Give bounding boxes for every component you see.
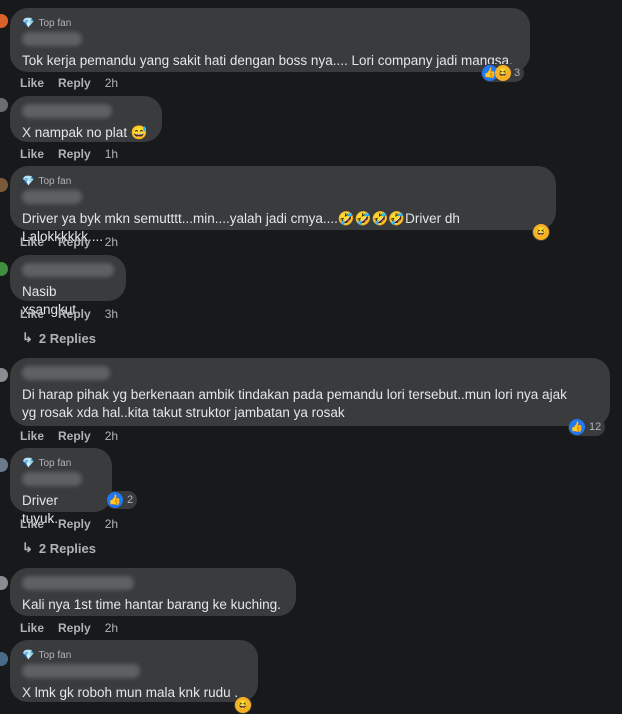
comment-bubble: 💎 Top fan X lmk gk roboh mun mala knk ru… — [10, 640, 258, 702]
comment-text: X lmk gk roboh mun mala knk rudu . — [22, 685, 239, 700]
comment-bubble: Nasib xsangkut — [10, 255, 126, 317]
comment-actions: Like Reply 2h — [20, 429, 118, 443]
reaction-summary[interactable]: 👍 😆 3 — [481, 64, 525, 82]
comment-actions: Like Reply 2h — [20, 76, 118, 90]
comment-bubble: 💎 Top fan Driver tuyuk.. — [10, 448, 112, 526]
reaction-summary[interactable]: 😆 — [532, 223, 550, 241]
timestamp[interactable]: 1h — [105, 147, 118, 161]
timestamp[interactable]: 2h — [105, 235, 118, 249]
like-link[interactable]: Like — [20, 147, 44, 161]
like-link[interactable]: Like — [20, 517, 44, 531]
top-fan-badge: 💎 Top fan — [22, 649, 72, 661]
comment-actions: Like Reply 1h — [20, 147, 118, 161]
comment-text: Tok kerja pemandu yang sakit hati dengan… — [22, 53, 513, 68]
comment-actions: Like Reply 2h — [20, 235, 118, 249]
like-reaction-icon: 👍 — [107, 492, 123, 508]
reply-link[interactable]: Reply — [58, 517, 91, 531]
commenter-name[interactable] — [22, 366, 110, 380]
commenter-name[interactable] — [22, 104, 112, 118]
view-replies-link[interactable]: ↳ 2 Replies — [22, 540, 96, 556]
avatar[interactable] — [0, 576, 8, 590]
comment-text: Kali nya 1st time hantar barang ke kuchi… — [22, 597, 281, 612]
comment-bubble: 💎 Top fan Tok kerja pemandu yang sakit h… — [10, 8, 530, 72]
comment-bubble: X nampak no plat 😅 — [10, 96, 162, 142]
comment-bubble: 💎 Top fan Driver ya byk mkn semutttt...m… — [10, 166, 556, 244]
timestamp[interactable]: 3h — [105, 307, 118, 321]
diamond-icon: 💎 — [22, 175, 35, 187]
haha-reaction-icon: 😆 — [533, 224, 549, 240]
diamond-icon: 💎 — [22, 17, 35, 29]
avatar[interactable] — [0, 178, 8, 192]
commenter-name[interactable] — [22, 664, 140, 678]
avatar[interactable] — [0, 458, 8, 472]
commenter-name[interactable] — [22, 32, 82, 46]
reaction-summary[interactable]: 👍 12 — [568, 418, 606, 436]
view-replies-link[interactable]: ↳ 2 Replies — [22, 330, 96, 346]
comment-text: Di harap pihak yg berkenaan ambik tindak… — [22, 387, 567, 402]
like-reaction-icon: 👍 — [569, 419, 585, 435]
reply-link[interactable]: Reply — [58, 76, 91, 90]
reply-link[interactable]: Reply — [58, 235, 91, 249]
reaction-summary[interactable]: 👍 2 — [106, 491, 138, 509]
top-fan-badge: 💎 Top fan — [22, 175, 72, 187]
comment-text: X nampak no plat 😅 — [22, 125, 148, 140]
commenter-name[interactable] — [22, 472, 82, 486]
diamond-icon: 💎 — [22, 649, 35, 661]
avatar[interactable] — [0, 262, 8, 276]
timestamp[interactable]: 2h — [105, 517, 118, 531]
haha-reaction-icon: 😆 — [235, 697, 251, 713]
timestamp[interactable]: 2h — [105, 429, 118, 443]
avatar[interactable] — [0, 14, 8, 28]
reply-link[interactable]: Reply — [58, 621, 91, 635]
top-fan-badge: 💎 Top fan — [22, 457, 72, 469]
reaction-summary[interactable]: 😆 — [234, 696, 252, 714]
comment-bubble: Kali nya 1st time hantar barang ke kuchi… — [10, 568, 296, 616]
like-link[interactable]: Like — [20, 235, 44, 249]
avatar[interactable] — [0, 368, 8, 382]
reply-link[interactable]: Reply — [58, 147, 91, 161]
commenter-name[interactable] — [22, 263, 114, 277]
top-fan-badge: 💎 Top fan — [22, 17, 72, 29]
timestamp[interactable]: 2h — [105, 76, 118, 90]
timestamp[interactable]: 2h — [105, 621, 118, 635]
like-link[interactable]: Like — [20, 307, 44, 321]
comment-actions: Like Reply 3h — [20, 307, 118, 321]
like-link[interactable]: Like — [20, 621, 44, 635]
reply-arrow-icon: ↳ — [22, 330, 33, 345]
diamond-icon: 💎 — [22, 457, 35, 469]
reply-link[interactable]: Reply — [58, 307, 91, 321]
comment-text-line2: yg rosak xda hal..kita takut struktor ja… — [22, 405, 345, 420]
comment-bubble: Di harap pihak yg berkenaan ambik tindak… — [10, 358, 610, 426]
reply-link[interactable]: Reply — [58, 429, 91, 443]
comment-actions: Like Reply 2h — [20, 621, 118, 635]
like-link[interactable]: Like — [20, 429, 44, 443]
avatar[interactable] — [0, 98, 8, 112]
commenter-name[interactable] — [22, 190, 82, 204]
reply-arrow-icon: ↳ — [22, 540, 33, 555]
like-link[interactable]: Like — [20, 76, 44, 90]
commenter-name[interactable] — [22, 576, 134, 590]
avatar[interactable] — [0, 652, 8, 666]
comment-actions: Like Reply 2h — [20, 517, 118, 531]
haha-reaction-icon: 😆 — [495, 65, 511, 81]
